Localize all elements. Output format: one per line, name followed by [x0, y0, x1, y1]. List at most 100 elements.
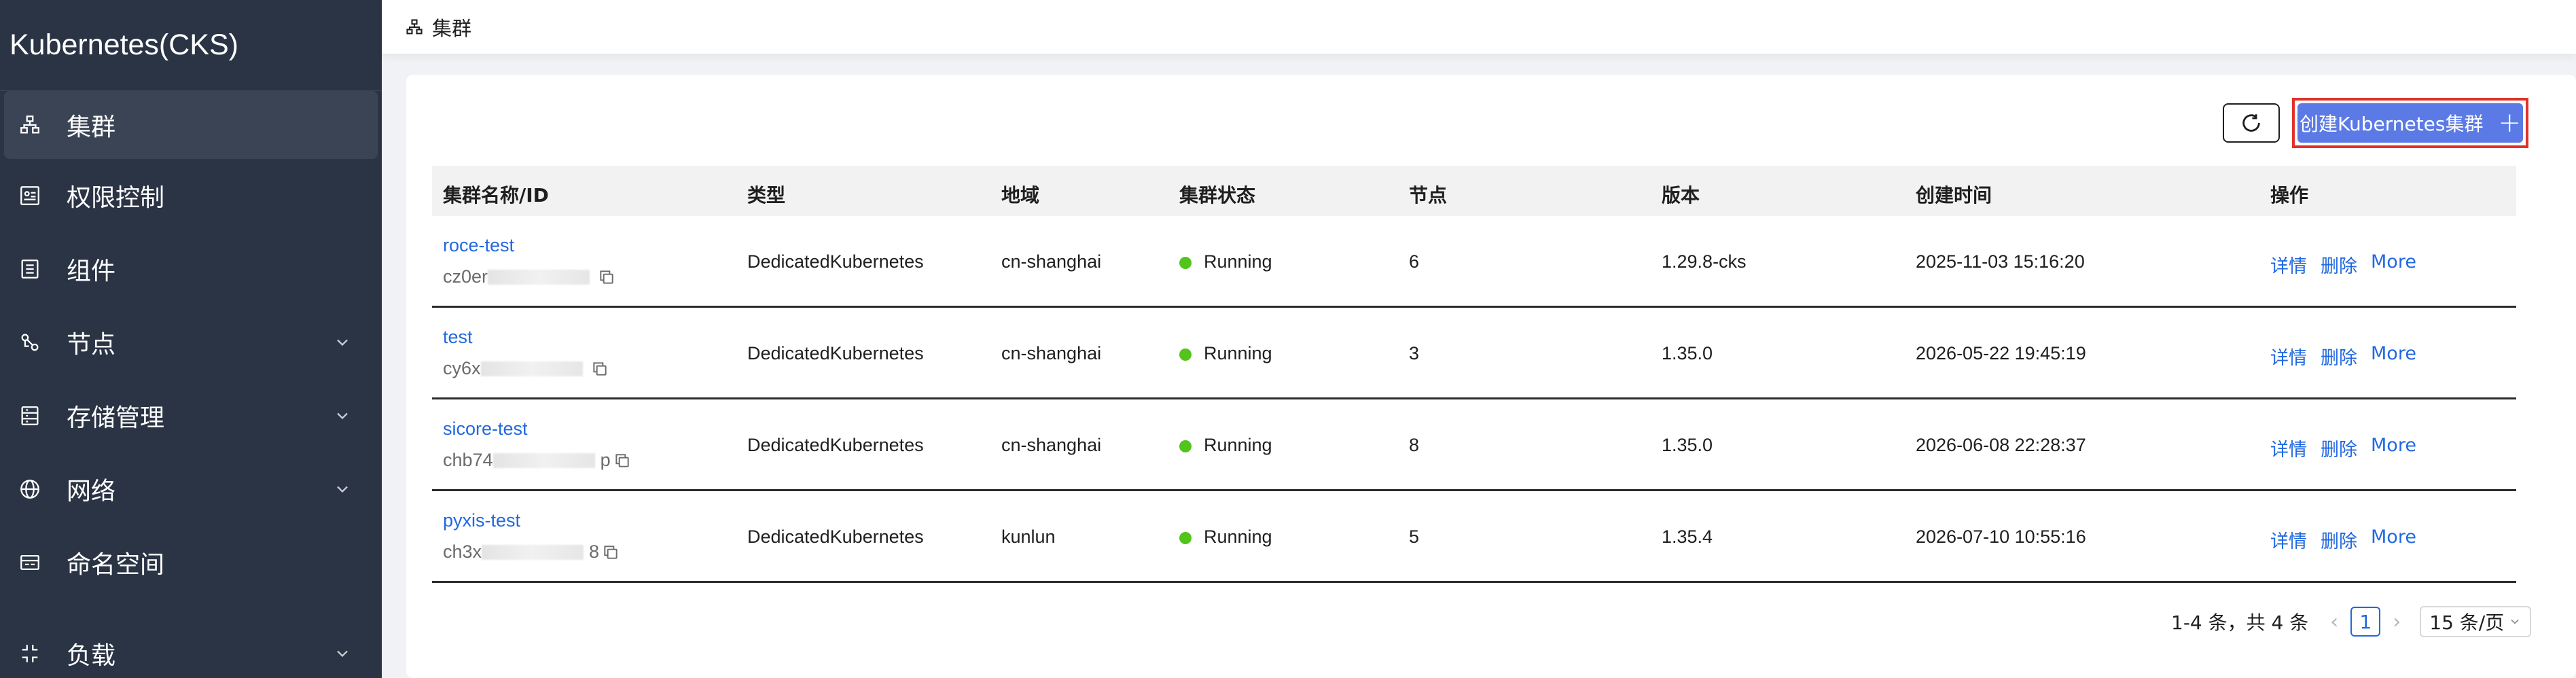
status-text: Running [1204, 527, 1272, 547]
status-text: Running [1204, 435, 1272, 455]
delete-link[interactable]: 删除 [2321, 527, 2357, 553]
table-row: pyxis-test ch3x 8 DedicatedKubernetes ku… [432, 491, 2516, 583]
cluster-name-link[interactable]: sicore-test [443, 418, 528, 440]
refresh-icon [2242, 114, 2260, 132]
row-actions: 详情 删除 More [2270, 251, 2416, 278]
col-region: 地域 [1001, 184, 1040, 207]
plus-icon: + [2498, 107, 2521, 139]
table-row: sicore-test chb74 p DedicatedKubernetes … [432, 399, 2516, 491]
cluster-type: DedicatedKubernetes [747, 343, 924, 363]
detail-link[interactable]: 详情 [2270, 527, 2307, 553]
status-badge: Running [1179, 435, 1272, 456]
cluster-created: 2025-11-03 15:16:20 [1916, 251, 2085, 272]
cluster-version: 1.35.0 [1662, 435, 1713, 455]
cluster-version: 1.35.0 [1662, 343, 1713, 363]
sidebar: Kubernetes(CKS) 集群 权限控制 组件 节点 存储管理 网络 命名… [0, 0, 382, 678]
more-link[interactable]: More [2371, 527, 2416, 553]
sidebar-item-label: 存储管理 [67, 404, 165, 432]
col-ops: 操作 [2270, 184, 2309, 207]
page-size-select[interactable]: 15 条/页 [2420, 606, 2532, 637]
cluster-id-prefix: ch3x [443, 541, 482, 562]
cluster-id: cy6x [443, 358, 609, 379]
create-cluster-button-body: 创建Kubernetes集群 + [2297, 103, 2523, 143]
chevron-down-icon [337, 650, 348, 658]
status-badge: Running [1179, 343, 1272, 364]
cluster-id-suffix: 8 [589, 541, 600, 562]
status-dot-icon [1179, 348, 1192, 361]
sidebar-item-storage[interactable]: 存储管理 [0, 382, 378, 450]
cluster-table: 集群名称/ID 类型 地域 集群状态 节点 版本 创建时间 操作 roce-te… [432, 166, 2516, 583]
detail-link[interactable]: 详情 [2270, 343, 2307, 370]
cluster-region: cn-shanghai [1001, 251, 1102, 272]
status-badge: Running [1179, 527, 1272, 548]
more-link[interactable]: More [2371, 343, 2416, 370]
cluster-region: cn-shanghai [1001, 343, 1102, 363]
sidebar-item-node[interactable]: 节点 [0, 308, 378, 376]
cluster-icon [14, 109, 46, 141]
row-actions: 详情 删除 More [2270, 435, 2416, 461]
create-cluster-label: 创建Kubernetes集群 [2299, 113, 2484, 135]
col-type: 类型 [747, 184, 786, 207]
detail-link[interactable]: 详情 [2270, 251, 2307, 278]
status-badge: Running [1179, 251, 1272, 272]
status-dot-icon [1179, 531, 1192, 544]
sidebar-item-label: 权限控制 [67, 184, 165, 212]
node-count-link[interactable]: 5 [1409, 527, 1419, 548]
col-created: 创建时间 [1916, 184, 1992, 207]
sidebar-item-label: 集群 [67, 113, 116, 141]
node-count-link[interactable]: 6 [1409, 251, 1419, 272]
cluster-created: 2026-07-10 10:55:16 [1916, 527, 2086, 547]
globe-icon [14, 473, 46, 505]
delete-link[interactable]: 删除 [2321, 435, 2357, 461]
cluster-region: kunlun [1001, 527, 1056, 547]
sidebar-item-workload[interactable]: 负载 [0, 620, 378, 678]
component-icon [14, 253, 46, 285]
next-page-button[interactable]: › [2393, 610, 2401, 634]
pagination-total: 1-4 条，共 4 条 [2171, 611, 2309, 634]
refresh-button[interactable] [2223, 103, 2280, 143]
cluster-name-link[interactable]: roce-test [443, 235, 514, 256]
copy-icon[interactable] [613, 452, 631, 469]
top-header: 集群 [382, 0, 2576, 54]
status-dot-icon [1179, 440, 1192, 452]
node-count-link[interactable]: 8 [1409, 435, 1419, 456]
copy-icon[interactable] [602, 543, 620, 561]
delete-link[interactable]: 删除 [2321, 251, 2357, 278]
prev-page-button[interactable]: ‹ [2330, 610, 2338, 634]
cluster-created: 2026-06-08 22:28:37 [1916, 435, 2086, 455]
create-cluster-button[interactable]: 创建Kubernetes集群 + [2292, 98, 2528, 148]
page-size-value: 15 条/页 [2429, 611, 2505, 634]
sidebar-item-label: 网络 [67, 478, 116, 505]
cluster-created: 2026-05-22 19:45:19 [1916, 343, 2086, 363]
breadcrumb-label: 集群 [432, 16, 472, 40]
cluster-id: ch3x 8 [443, 541, 620, 563]
sidebar-item-network[interactable]: 网络 [0, 455, 378, 523]
detail-link[interactable]: 详情 [2270, 435, 2307, 461]
more-link[interactable]: More [2371, 435, 2416, 461]
cluster-type: DedicatedKubernetes [747, 435, 924, 455]
col-status: 集群状态 [1179, 184, 1256, 207]
cluster-id-suffix: p [600, 450, 611, 470]
cluster-id: chb74 p [443, 450, 631, 471]
sidebar-item-namespace[interactable]: 命名空间 [0, 529, 378, 596]
delete-link[interactable]: 删除 [2321, 343, 2357, 370]
sidebar-item-label: 节点 [67, 331, 116, 359]
pagination: 1-4 条，共 4 条 ‹ 1 › 15 条/页 [2171, 605, 2532, 639]
chevron-down-icon [2511, 619, 2519, 624]
cluster-region: cn-shanghai [1001, 435, 1102, 455]
table-row: roce-test cz0er DedicatedKubernetes cn-s… [432, 216, 2516, 308]
cluster-type: DedicatedKubernetes [747, 251, 924, 272]
node-count-link[interactable]: 3 [1409, 343, 1419, 364]
cluster-name-link[interactable]: test [443, 327, 473, 348]
page-1-button[interactable]: 1 [2350, 607, 2381, 637]
cluster-version: 1.29.8-cks [1662, 251, 1747, 272]
cluster-name-link[interactable]: pyxis-test [443, 510, 520, 531]
sidebar-item-component[interactable]: 组件 [0, 235, 378, 303]
sidebar-item-cluster[interactable]: 集群 [4, 91, 378, 159]
sidebar-item-permission[interactable]: 权限控制 [0, 162, 378, 230]
redacted-id [488, 269, 590, 285]
copy-icon[interactable] [598, 268, 615, 286]
more-link[interactable]: More [2371, 251, 2416, 278]
redacted-id [482, 544, 584, 560]
copy-icon[interactable] [591, 360, 609, 378]
